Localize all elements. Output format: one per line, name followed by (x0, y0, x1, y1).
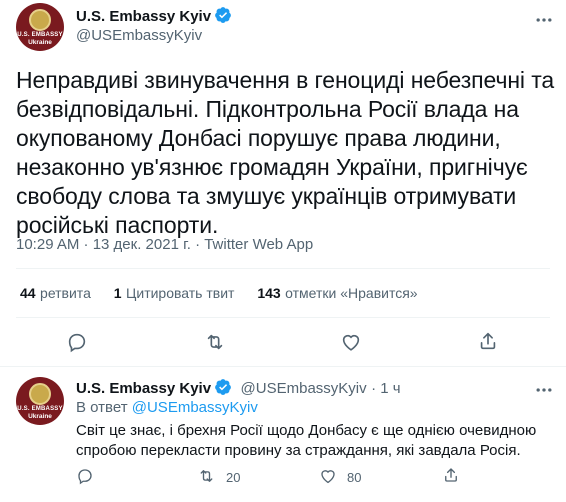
retweets-label: ретвита (40, 285, 91, 301)
more-icon[interactable] (534, 10, 554, 35)
reply-like-button[interactable]: 80 (319, 467, 361, 488)
author-avatar[interactable]: U.S. EMBASSY Ukraine (16, 3, 64, 51)
reply-author-handle[interactable]: @USEmbassyKyiv (241, 380, 367, 397)
retweets-count: 44 (20, 285, 36, 301)
tweet-text-line: свободу слова та змушує українців отриму… (16, 183, 517, 209)
tweet-text-line: незаконно ув'язнює громадян України, при… (16, 154, 528, 180)
embassy-seal-icon (29, 9, 51, 31)
divider (16, 268, 550, 269)
author-name[interactable]: U.S. Embassy Kyiv (76, 8, 211, 25)
tweet-text-line: безвідповідальні. Підконтрольна Росії вл… (16, 96, 519, 122)
avatar-caption: U.S. EMBASSY (17, 32, 63, 38)
reply-icon[interactable] (66, 331, 88, 353)
reply-author-avatar[interactable]: U.S. EMBASSY Ukraine (16, 377, 64, 425)
avatar-caption-country: Ukraine (28, 39, 52, 46)
like-icon[interactable] (340, 331, 362, 353)
reply-retweet-count: 20 (226, 470, 241, 485)
tweet-timestamp[interactable]: 10:29 AM · 13 дек. 2021 г. · Twitter Web… (16, 236, 313, 253)
reply-like-count: 80 (347, 470, 362, 485)
reply-text: Світ це знає, і брехня Росії щодо Донбас… (76, 421, 556, 461)
reply-retweet-button[interactable]: 20 (197, 467, 240, 488)
reply-text-line: Світ це знає, і брехня Росії щодо Донбас… (76, 422, 537, 439)
reply-author-name[interactable]: U.S. Embassy Kyiv (76, 380, 211, 397)
likes-count: 143 (257, 285, 281, 301)
quotes-stat[interactable]: 1 Цитировать твит (114, 285, 235, 302)
retweet-icon (197, 467, 216, 488)
retweets-stat[interactable]: 44 ретвита (20, 285, 91, 302)
more-icon[interactable] (534, 380, 554, 405)
reply-context: В ответ @USEmbassyKyiv (76, 399, 258, 416)
reply-header: U.S. Embassy Kyiv @USEmbassyKyiv · 1 ч (76, 378, 401, 401)
likes-label: отметки «Нравится» (285, 285, 418, 301)
divider (0, 366, 566, 367)
likes-stat[interactable]: 143 отметки «Нравится» (257, 285, 417, 302)
reply-share-button[interactable] (442, 466, 460, 487)
author-header: U.S. Embassy Kyiv (76, 6, 232, 29)
share-icon[interactable] (477, 330, 499, 352)
tweet-text-line: Неправдиві звинувачення в геноциді небез… (16, 67, 555, 93)
reply-text-line: спробою перекласти провину за страждання… (76, 442, 521, 459)
reply-prefix: В ответ (76, 399, 128, 416)
tweet-text-line: окупованому Донбасі порушує права людини… (16, 125, 501, 151)
like-icon (319, 467, 337, 488)
share-icon (442, 466, 460, 487)
tweet-stats: 44 ретвита 1 Цитировать твит 143 отметки… (20, 285, 418, 303)
reply-time[interactable]: · 1 ч (371, 380, 401, 397)
avatar-caption: U.S. EMBASSY (17, 406, 63, 412)
tweet-text: Неправдиві звинувачення в геноциді небез… (16, 66, 556, 240)
reply-to-link[interactable]: @USEmbassyKyiv (132, 399, 258, 416)
avatar-caption-country: Ukraine (28, 413, 52, 420)
author-handle[interactable]: @USEmbassyKyiv (76, 27, 202, 44)
quotes-label: Цитировать твит (126, 285, 235, 301)
verified-badge-icon (214, 6, 232, 29)
embassy-seal-icon (29, 383, 51, 405)
divider (16, 317, 550, 318)
reply-reply-button[interactable] (76, 467, 94, 488)
reply-icon (76, 467, 94, 488)
retweet-icon[interactable] (203, 331, 227, 353)
verified-badge-icon (214, 378, 232, 401)
quotes-count: 1 (113, 285, 122, 301)
